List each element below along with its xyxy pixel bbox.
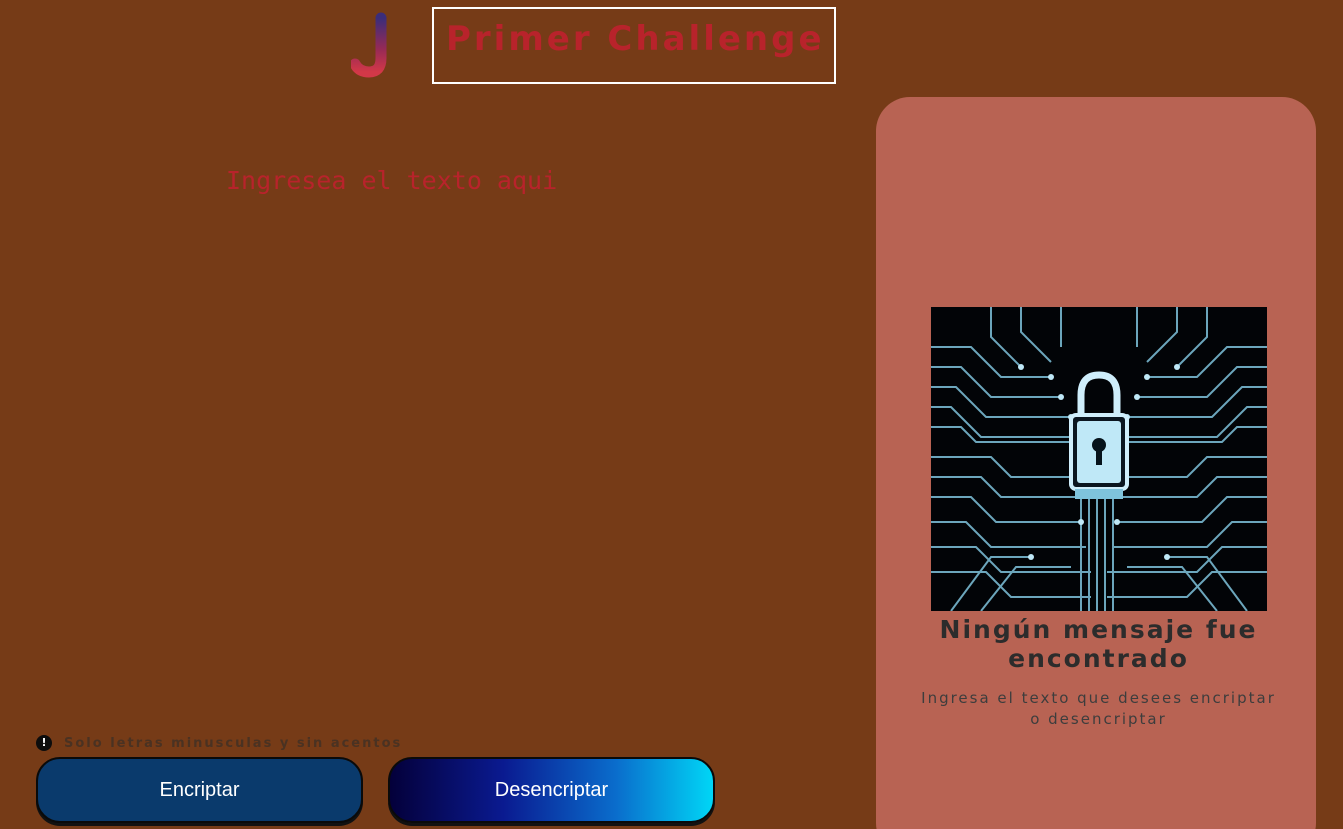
logo-j-icon — [351, 12, 387, 78]
padlock-circuit-image — [931, 307, 1267, 611]
padlock-circuit-icon — [931, 307, 1267, 611]
hint-row: ! Solo letras minusculas y sin acentos — [36, 733, 402, 753]
title-box: Primer Challenge — [432, 7, 836, 84]
exclamation-circle-icon: ! — [36, 735, 52, 751]
output-panel: Ningún mensaje fue encontrado Ingresa el… — [876, 97, 1316, 829]
hint-text: Solo letras minusculas y sin acentos — [64, 735, 403, 751]
page-title: Primer Challenge — [446, 19, 825, 59]
page: Primer Challenge ! Solo letras minuscula… — [0, 0, 1343, 829]
empty-message-subtitle: Ingresa el texto que desees encriptar o … — [921, 689, 1276, 728]
encrypt-button[interactable]: Encriptar — [36, 757, 363, 823]
decrypt-button[interactable]: Desencriptar — [388, 757, 715, 823]
empty-message-title: Ningún mensaje fue encontrado — [939, 615, 1258, 673]
encrypt-button-label: Encriptar — [159, 778, 240, 801]
decrypt-button-label: Desencriptar — [494, 778, 609, 801]
message-input[interactable] — [222, 160, 782, 680]
